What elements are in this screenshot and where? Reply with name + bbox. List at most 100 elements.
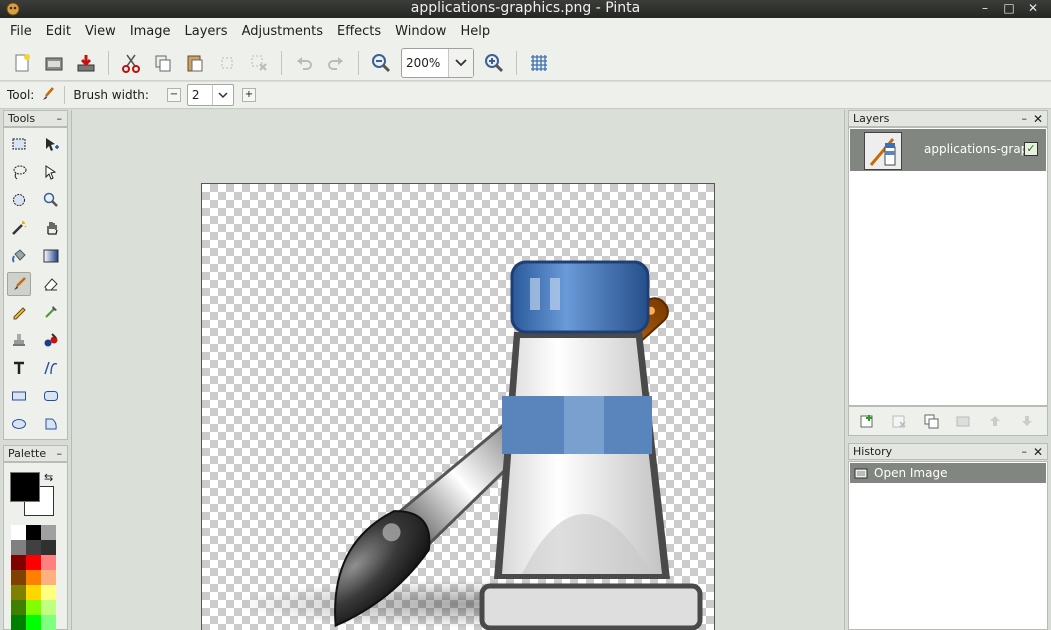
paint-bucket-tool[interactable] bbox=[7, 244, 31, 268]
new-file-button[interactable] bbox=[7, 48, 37, 78]
palette-panel-minimize-button[interactable]: – bbox=[57, 446, 63, 462]
layers-panel-minimize-button[interactable]: – bbox=[1022, 111, 1028, 127]
magic-wand-tool[interactable] bbox=[7, 216, 31, 240]
eraser-tool[interactable] bbox=[39, 272, 63, 296]
gradient-tool[interactable] bbox=[39, 244, 63, 268]
menu-effects[interactable]: Effects bbox=[330, 18, 388, 45]
rounded-rectangle-tool[interactable] bbox=[39, 384, 63, 408]
merge-layer-button[interactable] bbox=[951, 409, 975, 433]
cut-button[interactable] bbox=[116, 48, 146, 78]
brush-width-increase-button[interactable]: + bbox=[241, 88, 256, 102]
history-panel-minimize-button[interactable]: – bbox=[1022, 444, 1028, 460]
paintbrush-tool[interactable] bbox=[7, 272, 31, 296]
palette-swatch[interactable] bbox=[41, 585, 56, 600]
palette-swatch[interactable] bbox=[41, 570, 56, 585]
minimize-button[interactable]: – bbox=[973, 0, 997, 18]
clone-stamp-tool[interactable] bbox=[7, 328, 31, 352]
redo-button[interactable] bbox=[321, 48, 351, 78]
palette-swatch[interactable] bbox=[11, 585, 26, 600]
brush-width-decrease-button[interactable]: − bbox=[166, 88, 181, 102]
color-picker-tool[interactable] bbox=[39, 300, 63, 324]
layers-panel-close-button[interactable]: ✕ bbox=[1033, 111, 1043, 127]
brush-width-value[interactable]: 2 bbox=[188, 88, 212, 102]
menu-window[interactable]: Window bbox=[388, 18, 453, 45]
menu-view[interactable]: View bbox=[78, 18, 123, 45]
text-icon bbox=[14, 361, 24, 374]
brush-width-dropdown[interactable] bbox=[211, 85, 233, 105]
add-layer-icon bbox=[860, 415, 873, 428]
layer-row[interactable]: applications-graphics ✓ bbox=[850, 129, 1046, 171]
open-file-button[interactable] bbox=[39, 48, 69, 78]
palette-swatch[interactable] bbox=[41, 555, 56, 570]
palette-swatch[interactable] bbox=[11, 525, 26, 540]
duplicate-layer-icon bbox=[924, 414, 939, 429]
lasso-select-tool[interactable] bbox=[7, 160, 31, 184]
palette-swatch[interactable] bbox=[26, 540, 41, 555]
zoom-out-button[interactable] bbox=[366, 48, 396, 78]
palette-swatch[interactable] bbox=[11, 615, 26, 630]
menu-image[interactable]: Image bbox=[123, 18, 178, 45]
text-tool[interactable] bbox=[7, 356, 31, 380]
palette-swatch[interactable] bbox=[11, 600, 26, 615]
pencil-tool[interactable] bbox=[7, 300, 31, 324]
paste-button[interactable] bbox=[180, 48, 210, 78]
maximize-button[interactable]: □ bbox=[997, 0, 1021, 18]
palette-swatch[interactable] bbox=[41, 615, 56, 630]
palette-swatch[interactable] bbox=[11, 555, 26, 570]
pan-tool[interactable] bbox=[39, 216, 63, 240]
rectangle-select-tool[interactable] bbox=[7, 132, 31, 156]
palette-swatch[interactable] bbox=[41, 600, 56, 615]
palette-swatch[interactable] bbox=[26, 555, 41, 570]
palette-swatch[interactable] bbox=[26, 525, 41, 540]
canvas-area[interactable] bbox=[71, 110, 845, 630]
move-selected-tool[interactable] bbox=[39, 132, 63, 156]
menu-layers[interactable]: Layers bbox=[178, 18, 235, 45]
ellipse-tool[interactable] bbox=[7, 412, 31, 436]
tools-panel-minimize-button[interactable]: – bbox=[57, 111, 63, 127]
menu-edit[interactable]: Edit bbox=[39, 18, 78, 45]
primary-color-swatch[interactable] bbox=[10, 472, 40, 502]
rectangle-tool[interactable] bbox=[7, 384, 31, 408]
add-layer-button[interactable] bbox=[855, 409, 879, 433]
close-button[interactable]: ✕ bbox=[1021, 0, 1045, 18]
move-layer-down-button[interactable] bbox=[1015, 409, 1039, 433]
palette-swatch[interactable] bbox=[41, 540, 56, 555]
palette-swatch[interactable] bbox=[26, 570, 41, 585]
duplicate-layer-button[interactable] bbox=[919, 409, 943, 433]
pixel-grid-button[interactable] bbox=[524, 48, 554, 78]
zoom-dropdown-button[interactable] bbox=[448, 48, 473, 77]
zoom-value[interactable]: 200% bbox=[402, 56, 448, 70]
history-item[interactable]: Open Image bbox=[850, 463, 1046, 483]
save-button[interactable] bbox=[71, 48, 101, 78]
history-panel-close-button[interactable]: ✕ bbox=[1033, 444, 1043, 460]
zoom-combobox[interactable]: 200% bbox=[401, 47, 474, 78]
layer-visibility-checkbox[interactable]: ✓ bbox=[1024, 142, 1038, 156]
move-layer-up-button[interactable] bbox=[983, 409, 1007, 433]
undo-button[interactable] bbox=[289, 48, 319, 78]
palette-swatch[interactable] bbox=[26, 615, 41, 630]
menu-file[interactable]: File bbox=[3, 18, 39, 45]
image-canvas[interactable] bbox=[201, 183, 715, 630]
zoom-tool[interactable] bbox=[39, 188, 63, 212]
palette-swatch[interactable] bbox=[26, 600, 41, 615]
line-curve-tool[interactable] bbox=[39, 356, 63, 380]
palette-swatch[interactable] bbox=[11, 570, 26, 585]
deselect-button[interactable] bbox=[244, 48, 274, 78]
brush-width-combobox[interactable]: 2 bbox=[186, 84, 234, 106]
palette-swatch[interactable] bbox=[41, 525, 56, 540]
menu-adjustments[interactable]: Adjustments bbox=[235, 18, 330, 45]
freeform-shape-tool[interactable] bbox=[39, 412, 63, 436]
recolor-tool[interactable] bbox=[39, 328, 63, 352]
palette-swatch[interactable] bbox=[11, 540, 26, 555]
toolbar-separator bbox=[516, 50, 517, 75]
ellipse-select-tool[interactable] bbox=[7, 188, 31, 212]
zoom-in-button[interactable] bbox=[479, 48, 509, 78]
palette-swatch[interactable] bbox=[26, 585, 41, 600]
delete-layer-button[interactable] bbox=[887, 409, 911, 433]
swap-colors-icon[interactable]: ⇆ bbox=[44, 471, 53, 484]
crop-button[interactable] bbox=[212, 48, 242, 78]
menu-help[interactable]: Help bbox=[453, 18, 497, 45]
copy-button[interactable] bbox=[148, 48, 178, 78]
recolor-icon bbox=[44, 333, 58, 347]
move-selection-tool[interactable] bbox=[39, 160, 63, 184]
